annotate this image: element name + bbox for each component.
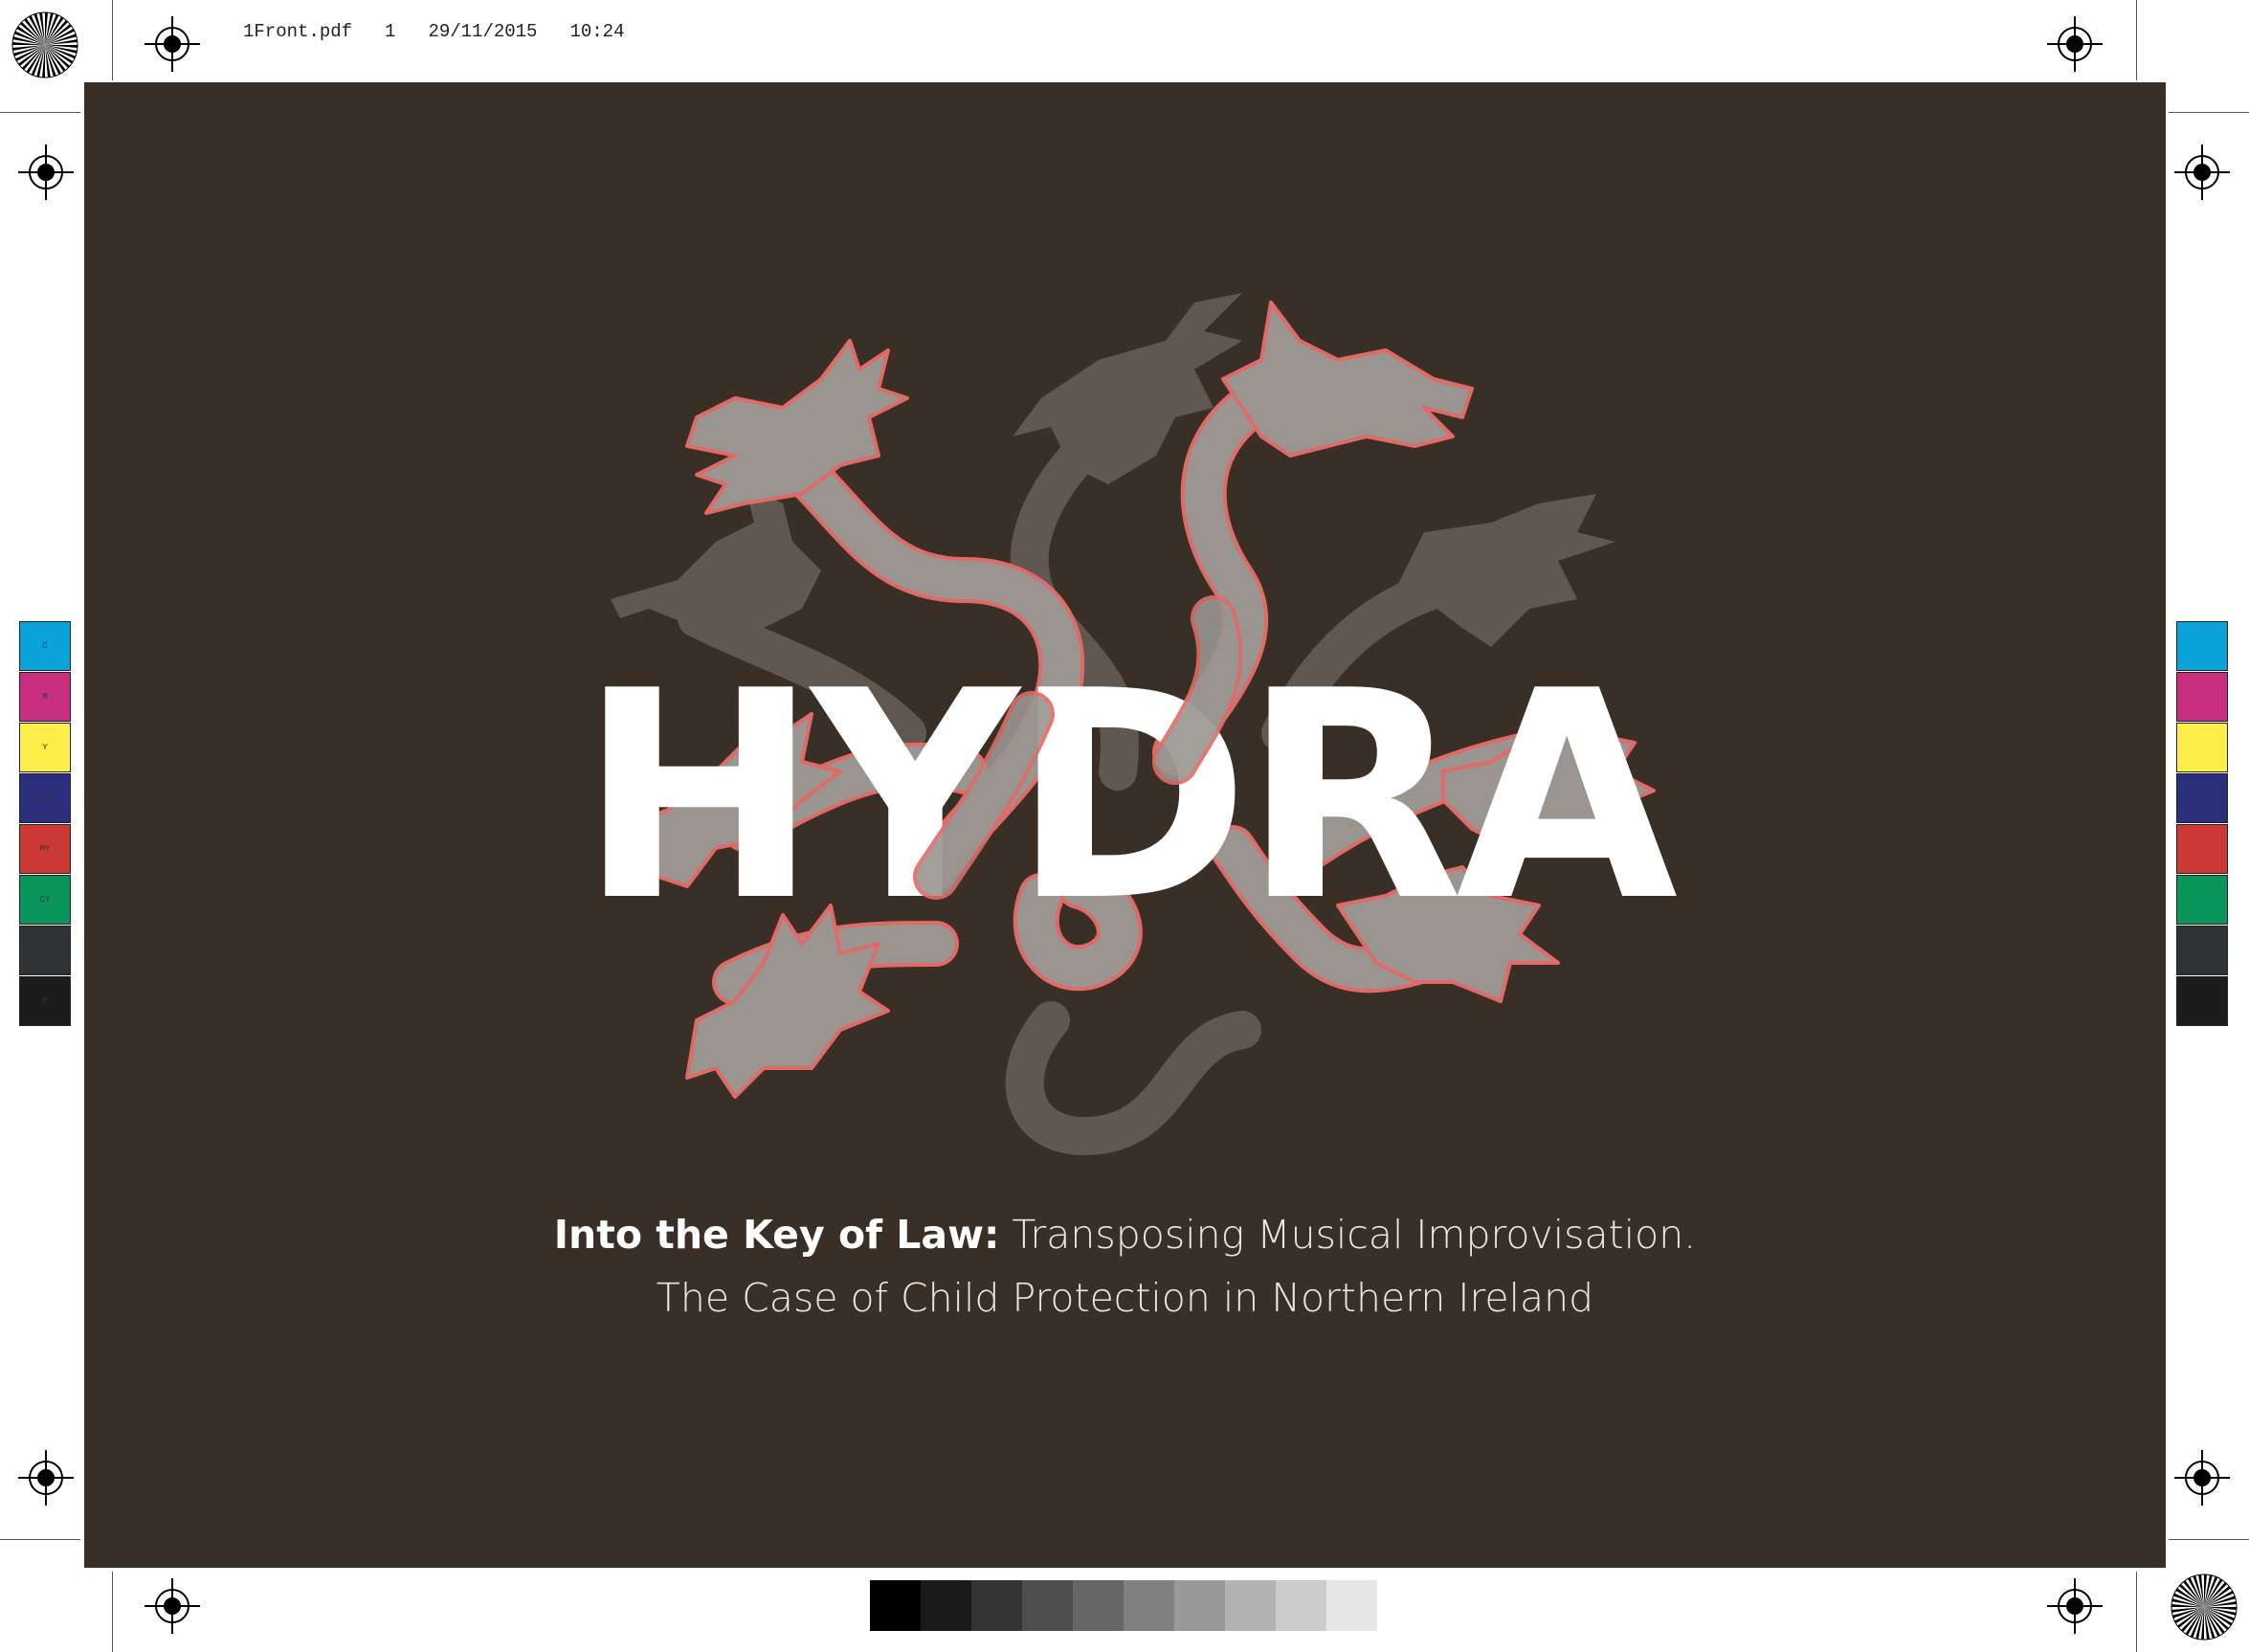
starburst-target-icon (11, 11, 78, 78)
gray-step-bar (870, 1580, 1377, 1631)
color-patch (2176, 875, 2228, 925)
crop-mark (0, 1539, 80, 1540)
gray-step-patch (1326, 1580, 1377, 1631)
gray-step-patch (1022, 1580, 1073, 1631)
color-patch: M (19, 672, 71, 722)
color-patch (2176, 621, 2228, 671)
registration-mark-icon (145, 16, 200, 72)
registration-mark-icon (145, 1578, 200, 1634)
color-patch: CMY (19, 926, 71, 975)
color-patch (2176, 926, 2228, 975)
gray-step-patch (1073, 1580, 1124, 1631)
gray-step-patch (921, 1580, 971, 1631)
subtitle-line-2: The Case of Child Protection in Northern… (656, 1275, 1594, 1321)
gray-step-patch (1124, 1580, 1174, 1631)
color-patch (2176, 773, 2228, 823)
color-patch: K (19, 976, 71, 1026)
color-patch: Y (19, 723, 71, 772)
hydra-wordmark: HYDRA (579, 630, 1681, 964)
slug-page: 1 (385, 21, 396, 42)
print-slug: 1Front.pdf 1 29/11/2015 10:24 (243, 21, 657, 42)
color-patch: CY (19, 875, 71, 925)
gray-step-patch (870, 1580, 921, 1631)
hydra-dragon-illustration: HYDRA (579, 293, 1687, 1155)
subtitle-bold: Into the Key of Law: (553, 1212, 1000, 1258)
registration-mark-icon (2174, 1450, 2230, 1506)
crop-mark (2169, 112, 2249, 113)
color-patch (2176, 672, 2228, 722)
crop-mark (2136, 1572, 2137, 1652)
gray-step-patch (1225, 1580, 1276, 1631)
slug-filename: 1Front.pdf (243, 21, 353, 42)
registration-mark-icon (2174, 145, 2230, 200)
crop-mark (112, 0, 113, 80)
color-patch (2176, 824, 2228, 874)
slug-date: 29/11/2015 (428, 21, 538, 42)
cover-subtitle: Into the Key of Law: Transposing Musical… (84, 1212, 2166, 1321)
crop-mark (0, 112, 80, 113)
color-patch: C (19, 621, 71, 671)
gray-step-patch (971, 1580, 1022, 1631)
cover-artwork: HYDRA Into the Key of Law: Transposing M… (84, 82, 2166, 1568)
registration-mark-icon (18, 145, 74, 200)
starburst-target-icon (2171, 1574, 2238, 1641)
registration-mark-icon (2047, 1578, 2103, 1634)
color-control-bar-left: C M Y CM MY CY CMY K (19, 621, 71, 1027)
crop-mark (2169, 1539, 2249, 1540)
subtitle-rest: Transposing Musical Improvisation. (999, 1212, 1697, 1258)
registration-mark-icon (2047, 16, 2103, 72)
registration-mark-icon (18, 1450, 74, 1506)
color-control-bar-right (2176, 621, 2228, 1027)
crop-mark (112, 1572, 113, 1652)
gray-step-patch (1276, 1580, 1326, 1631)
gray-step-patch (1174, 1580, 1225, 1631)
color-patch (2176, 976, 2228, 1026)
color-patch: CM (19, 773, 71, 823)
color-patch: MY (19, 824, 71, 874)
subtitle-line-1: Into the Key of Law: Transposing Musical… (84, 1212, 2166, 1258)
slug-time: 10:24 (569, 21, 625, 42)
color-patch (2176, 723, 2228, 772)
crop-mark (2136, 0, 2137, 80)
